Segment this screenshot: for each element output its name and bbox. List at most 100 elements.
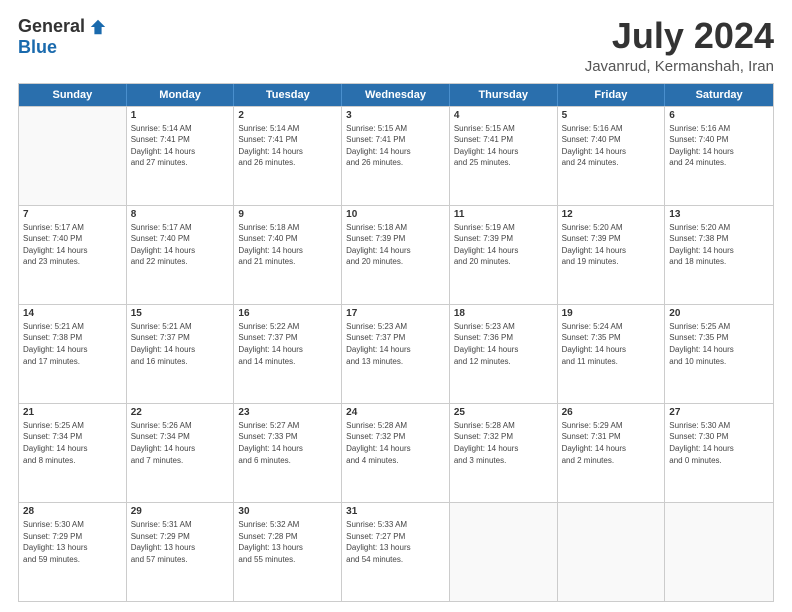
day-number: 17 (346, 308, 445, 319)
day-number: 24 (346, 407, 445, 418)
day-info: Sunrise: 5:28 AM Sunset: 7:32 PM Dayligh… (346, 420, 445, 466)
calendar-cell: 28 Sunrise: 5:30 AM Sunset: 7:29 PM Dayli… (19, 503, 127, 601)
day-info: Sunrise: 5:33 AM Sunset: 7:27 PM Dayligh… (346, 519, 445, 565)
calendar-cell (450, 503, 558, 601)
day-number: 5 (562, 110, 661, 121)
calendar-cell: 24 Sunrise: 5:28 AM Sunset: 7:32 PM Dayli… (342, 404, 450, 502)
day-info: Sunrise: 5:20 AM Sunset: 7:38 PM Dayligh… (669, 222, 769, 268)
calendar-cell: 26 Sunrise: 5:29 AM Sunset: 7:31 PM Dayli… (558, 404, 666, 502)
day-number: 30 (238, 506, 337, 517)
calendar-cell: 2Sunrise: 5:14 AM Sunset: 7:41 PM Daylig… (234, 107, 342, 205)
day-number: 4 (454, 110, 553, 121)
calendar-week: 28 Sunrise: 5:30 AM Sunset: 7:29 PM Dayli… (19, 502, 773, 601)
day-info: Sunrise: 5:17 AM Sunset: 7:40 PM Dayligh… (131, 222, 230, 268)
calendar-cell: 8 Sunrise: 5:17 AM Sunset: 7:40 PM Daylig… (127, 206, 235, 304)
day-info: Sunrise: 5:17 AM Sunset: 7:40 PM Dayligh… (23, 222, 122, 268)
day-info: Sunrise: 5:25 AM Sunset: 7:35 PM Dayligh… (669, 321, 769, 367)
calendar: SundayMondayTuesdayWednesdayThursdayFrid… (18, 83, 774, 602)
day-info: Sunrise: 5:25 AM Sunset: 7:34 PM Dayligh… (23, 420, 122, 466)
day-number: 13 (669, 209, 769, 220)
day-number: 31 (346, 506, 445, 517)
day-number: 14 (23, 308, 122, 319)
calendar-cell: 5 Sunrise: 5:16 AM Sunset: 7:40 PM Daylig… (558, 107, 666, 205)
calendar-cell: 13 Sunrise: 5:20 AM Sunset: 7:38 PM Dayli… (665, 206, 773, 304)
day-number: 28 (23, 506, 122, 517)
calendar-cell: 29 Sunrise: 5:31 AM Sunset: 7:29 PM Dayli… (127, 503, 235, 601)
day-number: 6 (669, 110, 769, 121)
day-info: Sunrise: 5:21 AM Sunset: 7:37 PM Dayligh… (131, 321, 230, 367)
logo-general: General (18, 16, 85, 37)
day-number: 12 (562, 209, 661, 220)
day-info: Sunrise: 5:30 AM Sunset: 7:29 PM Dayligh… (23, 519, 122, 565)
day-info: Sunrise: 5:16 AM Sunset: 7:40 PM Dayligh… (669, 123, 769, 169)
calendar-cell: 14 Sunrise: 5:21 AM Sunset: 7:38 PM Dayli… (19, 305, 127, 403)
calendar-header: SundayMondayTuesdayWednesdayThursdayFrid… (19, 84, 773, 106)
calendar-cell: 11 Sunrise: 5:19 AM Sunset: 7:39 PM Dayli… (450, 206, 558, 304)
calendar-cell: 10Sunrise: 5:18 AM Sunset: 7:39 PM Dayli… (342, 206, 450, 304)
day-number: 20 (669, 308, 769, 319)
day-info: Sunrise: 5:20 AM Sunset: 7:39 PM Dayligh… (562, 222, 661, 268)
calendar-cell: 7 Sunrise: 5:17 AM Sunset: 7:40 PM Daylig… (19, 206, 127, 304)
title-block: July 2024 Javanrud, Kermanshah, Iran (585, 16, 774, 75)
weekday-header: Saturday (665, 84, 773, 106)
day-number: 26 (562, 407, 661, 418)
day-info: Sunrise: 5:14 AM Sunset: 7:41 PM Dayligh… (238, 123, 337, 169)
day-info: Sunrise: 5:31 AM Sunset: 7:29 PM Dayligh… (131, 519, 230, 565)
calendar-cell (665, 503, 773, 601)
calendar-cell: 19Sunrise: 5:24 AM Sunset: 7:35 PM Dayli… (558, 305, 666, 403)
day-number: 15 (131, 308, 230, 319)
day-number: 23 (238, 407, 337, 418)
day-number: 29 (131, 506, 230, 517)
day-info: Sunrise: 5:24 AM Sunset: 7:35 PM Dayligh… (562, 321, 661, 367)
day-number: 21 (23, 407, 122, 418)
day-info: Sunrise: 5:27 AM Sunset: 7:33 PM Dayligh… (238, 420, 337, 466)
calendar-cell: 27Sunrise: 5:30 AM Sunset: 7:30 PM Dayli… (665, 404, 773, 502)
day-info: Sunrise: 5:30 AM Sunset: 7:30 PM Dayligh… (669, 420, 769, 466)
calendar-week: 21 Sunrise: 5:25 AM Sunset: 7:34 PM Dayli… (19, 403, 773, 502)
calendar-cell: 31 Sunrise: 5:33 AM Sunset: 7:27 PM Dayli… (342, 503, 450, 601)
calendar-cell: 20 Sunrise: 5:25 AM Sunset: 7:35 PM Dayli… (665, 305, 773, 403)
day-number: 8 (131, 209, 230, 220)
day-info: Sunrise: 5:15 AM Sunset: 7:41 PM Dayligh… (346, 123, 445, 169)
calendar-cell: 12 Sunrise: 5:20 AM Sunset: 7:39 PM Dayli… (558, 206, 666, 304)
day-info: Sunrise: 5:29 AM Sunset: 7:31 PM Dayligh… (562, 420, 661, 466)
day-info: Sunrise: 5:18 AM Sunset: 7:40 PM Dayligh… (238, 222, 337, 268)
calendar-cell (558, 503, 666, 601)
calendar-cell: 15 Sunrise: 5:21 AM Sunset: 7:37 PM Dayli… (127, 305, 235, 403)
month-title: July 2024 (585, 16, 774, 56)
weekday-header: Monday (127, 84, 235, 106)
day-number: 1 (131, 110, 230, 121)
calendar-cell: 18Sunrise: 5:23 AM Sunset: 7:36 PM Dayli… (450, 305, 558, 403)
calendar-cell: 21 Sunrise: 5:25 AM Sunset: 7:34 PM Dayli… (19, 404, 127, 502)
day-number: 16 (238, 308, 337, 319)
logo-blue: Blue (18, 37, 57, 58)
day-number: 7 (23, 209, 122, 220)
day-number: 11 (454, 209, 553, 220)
day-number: 3 (346, 110, 445, 121)
page: General Blue July 2024 Javanrud, Kermans… (0, 0, 792, 612)
weekday-header: Sunday (19, 84, 127, 106)
calendar-cell: 17 Sunrise: 5:23 AM Sunset: 7:37 PM Dayli… (342, 305, 450, 403)
day-info: Sunrise: 5:21 AM Sunset: 7:38 PM Dayligh… (23, 321, 122, 367)
day-number: 18 (454, 308, 553, 319)
day-info: Sunrise: 5:16 AM Sunset: 7:40 PM Dayligh… (562, 123, 661, 169)
calendar-cell: 22Sunrise: 5:26 AM Sunset: 7:34 PM Dayli… (127, 404, 235, 502)
day-info: Sunrise: 5:19 AM Sunset: 7:39 PM Dayligh… (454, 222, 553, 268)
calendar-cell: 3 Sunrise: 5:15 AM Sunset: 7:41 PM Daylig… (342, 107, 450, 205)
calendar-cell: 1Sunrise: 5:14 AM Sunset: 7:41 PM Daylig… (127, 107, 235, 205)
day-number: 10 (346, 209, 445, 220)
logo-icon (89, 18, 107, 36)
location-title: Javanrud, Kermanshah, Iran (585, 58, 774, 75)
day-info: Sunrise: 5:15 AM Sunset: 7:41 PM Dayligh… (454, 123, 553, 169)
weekday-header: Thursday (450, 84, 558, 106)
calendar-cell: 23 Sunrise: 5:27 AM Sunset: 7:33 PM Dayli… (234, 404, 342, 502)
day-info: Sunrise: 5:23 AM Sunset: 7:37 PM Dayligh… (346, 321, 445, 367)
calendar-body: 1 Sunrise: 5:14 AM Sunset: 7:41 PM Daylig… (19, 106, 773, 601)
calendar-cell: 16Sunrise: 5:22 AM Sunset: 7:37 PM Dayli… (234, 305, 342, 403)
calendar-cell: 25 Sunrise: 5:28 AM Sunset: 7:32 PM Dayli… (450, 404, 558, 502)
day-number: 25 (454, 407, 553, 418)
calendar-week: 14 Sunrise: 5:21 AM Sunset: 7:38 PM Dayli… (19, 304, 773, 403)
day-info: Sunrise: 5:28 AM Sunset: 7:32 PM Dayligh… (454, 420, 553, 466)
calendar-cell (19, 107, 127, 205)
weekday-header: Wednesday (342, 84, 450, 106)
